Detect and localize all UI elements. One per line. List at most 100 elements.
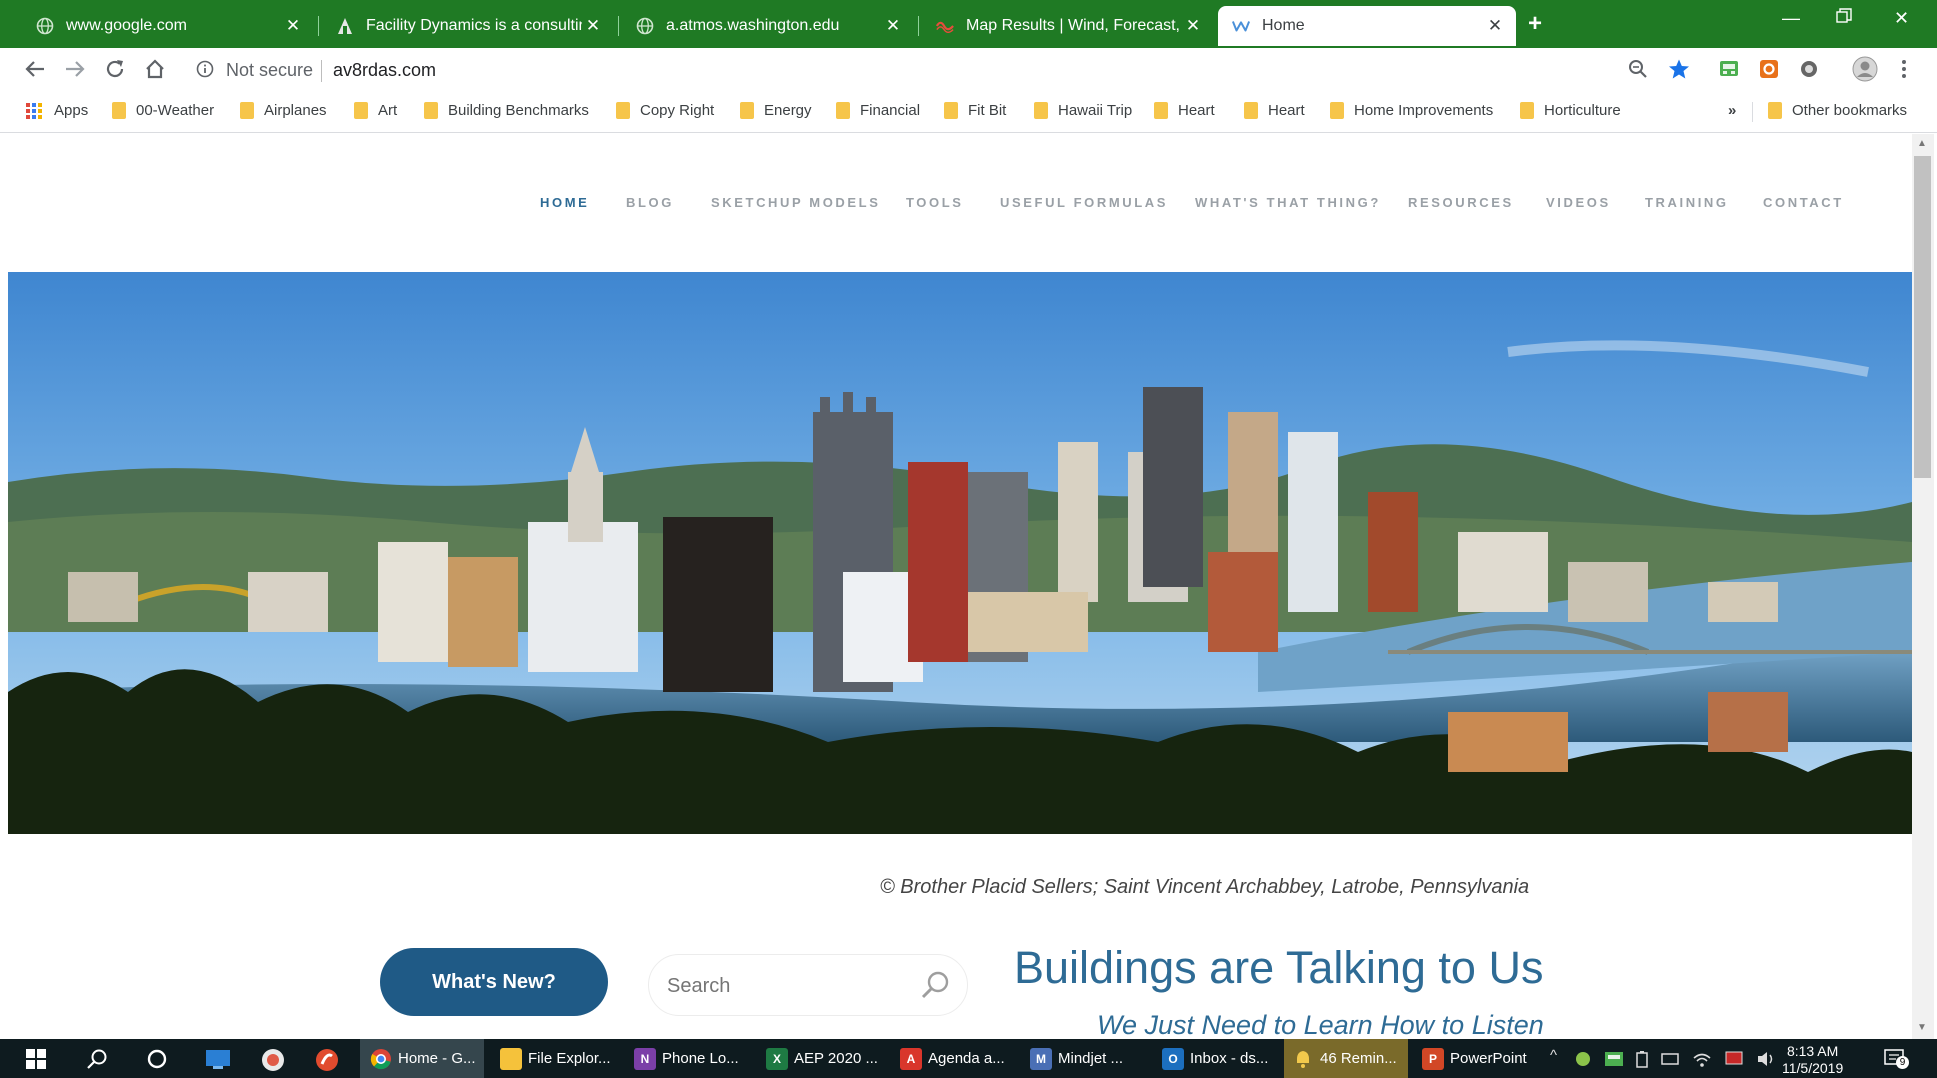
folder-icon — [1034, 102, 1048, 119]
outlook-icon: O — [1162, 1047, 1184, 1070]
page-subheadline: We Just Need to Learn How to Listen — [1097, 1010, 1544, 1040]
zoom-icon[interactable] — [1628, 59, 1648, 84]
nav-resources[interactable]: RESOURCES — [1408, 195, 1514, 210]
whats-new-button[interactable]: What's New? — [380, 948, 608, 1016]
other-bookmarks[interactable]: Other bookmarks — [1768, 102, 1907, 119]
pinned-app-icon[interactable] — [260, 1047, 286, 1078]
task-view-icon[interactable] — [204, 1047, 232, 1076]
close-tab-icon[interactable]: ✕ — [1484, 16, 1506, 36]
system-clock[interactable]: 8:13 AM 11/5/2019 — [1782, 1043, 1843, 1077]
taskbar-item[interactable]: N Phone Lo... — [628, 1039, 752, 1078]
scroll-up-arrow-icon[interactable]: ▲ — [1917, 138, 1927, 149]
volume-icon[interactable] — [1756, 1050, 1776, 1072]
network-flag-icon[interactable] — [1724, 1050, 1744, 1072]
menu-kebab-icon[interactable] — [1900, 58, 1908, 85]
close-tab-icon[interactable]: ✕ — [1182, 16, 1204, 36]
cortana-icon[interactable] — [146, 1048, 168, 1075]
tray-device-icon[interactable] — [1660, 1050, 1680, 1072]
bookmark-folder[interactable]: 00-Weather — [112, 102, 214, 119]
tab-atmos[interactable]: a.atmos.washington.edu ✕ — [622, 6, 914, 46]
nav-useful-formulas[interactable]: USEFUL FORMULAS — [1000, 195, 1168, 210]
back-icon[interactable] — [24, 58, 46, 85]
bookmark-star-icon[interactable] — [1668, 58, 1690, 85]
clock-time: 8:13 AM — [1786, 1043, 1839, 1059]
scroll-down-arrow-icon[interactable]: ▼ — [1917, 1022, 1927, 1033]
minimize-icon[interactable]: — — [1782, 8, 1800, 29]
close-tab-icon[interactable]: ✕ — [582, 16, 604, 36]
tray-green-icon[interactable] — [1574, 1050, 1592, 1072]
bookmark-folder[interactable]: Copy Right — [616, 102, 714, 119]
page-scrollbar-thumb[interactable] — [1914, 156, 1931, 478]
nav-training[interactable]: TRAINING — [1645, 195, 1729, 210]
bookmark-folder[interactable]: Energy — [740, 102, 812, 119]
tab-map-results[interactable]: Map Results | Wind, Forecast, Ra ✕ — [922, 6, 1214, 46]
tab-home[interactable]: Home ✕ — [1218, 6, 1516, 46]
bookmark-folder[interactable]: Hawaii Trip — [1034, 102, 1132, 119]
bookmark-folder[interactable]: Heart — [1244, 102, 1305, 119]
extension-circle-icon[interactable] — [1798, 58, 1820, 85]
bookmarks-overflow-chevron[interactable]: » — [1728, 102, 1736, 119]
notifications-icon[interactable]: 9 — [1884, 1048, 1909, 1069]
extension-orange-icon[interactable] — [1758, 58, 1780, 85]
pinned-app-red-icon[interactable] — [314, 1047, 340, 1078]
bookmark-folder[interactable]: Home Improvements — [1330, 102, 1493, 119]
nav-whats-that-thing[interactable]: WHAT'S THAT THING? — [1195, 195, 1381, 210]
bookmark-folder[interactable]: Financial — [836, 102, 920, 119]
reload-icon[interactable] — [104, 58, 126, 85]
powerpoint-icon: P — [1422, 1047, 1444, 1070]
search-input[interactable] — [665, 969, 909, 1003]
search-icon[interactable] — [919, 969, 951, 1006]
nav-home[interactable]: HOME — [540, 195, 589, 210]
tray-chevron-icon[interactable]: ^ — [1550, 1047, 1557, 1064]
tab-facility-dynamics[interactable]: Facility Dynamics is a consulting ✕ — [322, 6, 614, 46]
facility-dynamics-icon — [336, 17, 354, 35]
wifi-icon[interactable] — [1692, 1050, 1712, 1072]
taskbar-item[interactable]: A Agenda a... — [894, 1039, 1018, 1078]
bookmark-folder[interactable]: Building Benchmarks — [424, 102, 589, 119]
nav-tools[interactable]: TOOLS — [906, 195, 964, 210]
profile-avatar-icon[interactable] — [1852, 56, 1878, 87]
taskbar-item[interactable]: O Inbox - ds... — [1156, 1039, 1280, 1078]
info-icon[interactable] — [196, 60, 214, 83]
search-taskbar-icon[interactable] — [86, 1048, 108, 1075]
tab-google[interactable]: www.google.com ✕ — [22, 6, 314, 46]
restore-icon[interactable] — [1836, 8, 1852, 29]
nav-videos[interactable]: VIDEOS — [1546, 195, 1611, 210]
bookmark-folder[interactable]: Horticulture — [1520, 102, 1621, 119]
nav-blog[interactable]: BLOG — [626, 195, 674, 210]
address-divider — [321, 60, 322, 82]
bookmark-folder[interactable]: Heart — [1154, 102, 1215, 119]
folder-icon — [500, 1047, 522, 1070]
wordpress-icon — [1232, 17, 1250, 35]
bookmark-folder[interactable]: Art — [354, 102, 397, 119]
extension-green-icon[interactable] — [1718, 58, 1740, 85]
taskbar-item[interactable]: File Explor... — [494, 1039, 618, 1078]
taskbar-item[interactable]: Home - G... — [360, 1039, 484, 1078]
close-tab-icon[interactable]: ✕ — [282, 16, 304, 36]
taskbar-item[interactable]: X AEP 2020 ... — [760, 1039, 884, 1078]
folder-icon — [616, 102, 630, 119]
battery-icon[interactable] — [1636, 1050, 1648, 1072]
taskbar-item-reminders[interactable]: 46 Remin... — [1284, 1039, 1408, 1078]
nav-sketchup-models[interactable]: SKETCHUP MODELS — [711, 195, 881, 210]
home-icon[interactable] — [144, 58, 166, 85]
tab-divider — [318, 16, 319, 36]
search-box — [648, 954, 968, 1016]
bookmark-apps[interactable]: Apps — [26, 102, 88, 119]
bell-icon — [1292, 1048, 1314, 1070]
tray-app-icon[interactable] — [1604, 1050, 1624, 1072]
start-windows-icon[interactable] — [26, 1049, 46, 1074]
close-window-icon[interactable]: ✕ — [1894, 8, 1909, 29]
security-status[interactable]: Not secure — [226, 60, 313, 81]
bookmark-folder[interactable]: Airplanes — [240, 102, 327, 119]
bookmark-folder[interactable]: Fit Bit — [944, 102, 1006, 119]
address-bar-url[interactable]: av8rdas.com — [333, 60, 436, 81]
taskbar-item[interactable]: M Mindjet ... — [1024, 1039, 1148, 1078]
taskbar-item[interactable]: P PowerPoint — [1416, 1039, 1540, 1078]
forward-icon[interactable] — [64, 58, 86, 85]
close-tab-icon[interactable]: ✕ — [882, 16, 904, 36]
map-icon — [936, 17, 954, 35]
new-tab-plus-icon[interactable]: + — [1528, 10, 1542, 38]
folder-icon — [240, 102, 254, 119]
nav-contact[interactable]: CONTACT — [1763, 195, 1844, 210]
